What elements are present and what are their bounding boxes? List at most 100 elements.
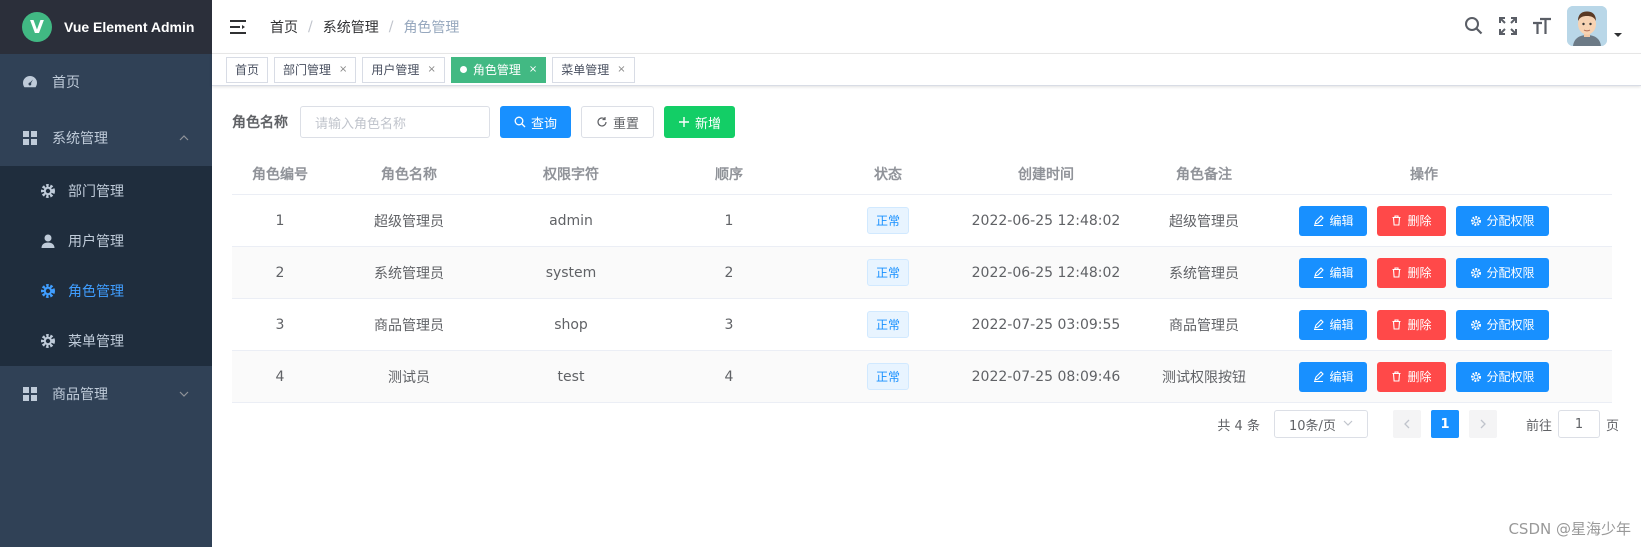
delete-button[interactable]: 删除 [1377, 205, 1446, 236]
assign-permission-button[interactable]: 分配权限 [1455, 257, 1549, 288]
delete-button[interactable]: 删除 [1377, 257, 1446, 288]
delete-label: 删除 [1407, 370, 1432, 384]
assign-permission-button[interactable]: 分配权限 [1455, 309, 1549, 340]
created-time-cell: 2022-06-25 12:48:02 [971, 212, 1121, 229]
caret-down-icon[interactable] [1613, 28, 1623, 38]
add-button[interactable]: 新增 [664, 106, 736, 138]
role-id-cell: 3 [275, 316, 285, 333]
status-badge: 正常 [866, 207, 909, 234]
sidebar-item-label: 首页 [52, 75, 80, 91]
actions-cell: 编辑 删除 分配权限 [1286, 361, 1562, 392]
edit-button[interactable]: 编辑 [1299, 309, 1368, 340]
role-name-cell: 超级管理员 [374, 213, 444, 230]
next-page-button[interactable] [1468, 410, 1497, 438]
sidebar-item-home[interactable]: 首页 [0, 54, 212, 110]
tag-label: 用户管理 [371, 63, 420, 77]
delete-button[interactable]: 删除 [1377, 309, 1446, 340]
reset-button[interactable]: 重置 [581, 106, 655, 138]
search-icon[interactable] [1463, 15, 1485, 37]
tag-home[interactable]: 首页 [226, 56, 269, 83]
role-name-cell: 系统管理员 [374, 265, 444, 282]
actions-cell: 编辑 删除 分配权限 [1286, 205, 1562, 236]
table-row: 3 商品管理员 shop 3 正常 2022-07-25 03:09:55 商品管理员 编辑 删… [232, 299, 1612, 351]
pagination: 共 4 条 10条/页 1 前往 1 页 [1217, 410, 1619, 438]
sidebar-logo[interactable]: V Vue Element Admin [0, 0, 212, 54]
avatar[interactable] [1567, 6, 1607, 46]
chevron-up-icon [178, 132, 190, 144]
status-cell: 正常 [806, 311, 970, 338]
tag-users[interactable]: 用户管理 × [362, 56, 445, 83]
trash-icon [1391, 267, 1402, 278]
close-icon[interactable]: × [617, 64, 625, 75]
edit-button[interactable]: 编辑 [1299, 361, 1368, 392]
delete-button[interactable]: 删除 [1377, 361, 1446, 392]
trash-icon [1391, 319, 1402, 330]
page-number-current[interactable]: 1 [1430, 410, 1459, 438]
sidebar-item-department[interactable]: 部门管理 [0, 166, 212, 216]
chevron-left-icon [1404, 419, 1410, 429]
search-icon [514, 116, 526, 128]
breadcrumb-home[interactable]: 首页 [270, 17, 298, 37]
sidebar-item-users[interactable]: 用户管理 [0, 216, 212, 266]
prev-page-button[interactable] [1392, 410, 1421, 438]
active-dot-icon [459, 66, 467, 73]
sidebar-item-menus[interactable]: 菜单管理 [0, 316, 212, 366]
add-label: 新增 [695, 116, 722, 132]
role-id-cell: 2 [275, 264, 285, 281]
sidebar: V Vue Element Admin 首页 系统管理 部门管理 用户管理 角色… [0, 0, 212, 547]
edit-button[interactable]: 编辑 [1299, 257, 1368, 288]
sidebar-item-roles[interactable]: 角色管理 [0, 266, 212, 316]
close-icon[interactable]: × [529, 64, 537, 75]
gear-icon [40, 333, 56, 349]
role-sort-cell: 3 [724, 316, 734, 333]
submenu-system: 部门管理 用户管理 角色管理 菜单管理 [0, 166, 212, 366]
role-key-cell: shop [554, 316, 588, 333]
column-header: 状态 [874, 167, 902, 183]
tag-roles[interactable]: 角色管理 × [450, 56, 547, 83]
vue-logo-icon: V [22, 12, 52, 42]
sidebar-item-system[interactable]: 系统管理 [0, 110, 212, 166]
tag-department[interactable]: 部门管理 × [274, 56, 357, 83]
delete-label: 删除 [1407, 266, 1432, 280]
chevron-down-icon [1343, 417, 1353, 432]
query-button[interactable]: 查询 [500, 106, 572, 138]
goto-page-input[interactable]: 1 [1557, 410, 1600, 438]
fullscreen-icon[interactable] [1497, 15, 1519, 37]
hamburger-icon[interactable] [228, 17, 248, 37]
status-cell: 正常 [806, 207, 970, 234]
navbar: 首页 / 系统管理 / 角色管理 [212, 0, 1641, 54]
breadcrumb-system[interactable]: 系统管理 [323, 17, 379, 37]
sidebar-item-products[interactable]: 商品管理 [0, 366, 212, 422]
close-icon[interactable]: × [339, 64, 347, 75]
close-icon[interactable]: × [427, 64, 435, 75]
remark-cell: 测试权限按钮 [1162, 369, 1246, 386]
font-size-icon[interactable] [1531, 15, 1553, 37]
breadcrumb: 首页 / 系统管理 / 角色管理 [270, 17, 459, 37]
tag-label: 菜单管理 [561, 63, 610, 77]
page-size-select[interactable]: 10条/页 [1273, 410, 1368, 438]
assign-label: 分配权限 [1486, 214, 1535, 228]
sidebar-item-label: 系统管理 [52, 131, 108, 147]
delete-label: 删除 [1407, 214, 1432, 228]
chevron-right-icon [1480, 419, 1486, 429]
assign-permission-button[interactable]: 分配权限 [1455, 361, 1549, 392]
trash-icon [1391, 371, 1402, 382]
role-key-cell: admin [549, 212, 593, 229]
page-size-value: 10条/页 [1288, 418, 1336, 434]
status-badge: 正常 [866, 363, 909, 390]
dashboard-icon [22, 74, 38, 90]
delete-label: 删除 [1407, 318, 1432, 332]
reset-label: 重置 [613, 116, 640, 132]
tag-label: 角色管理 [472, 63, 521, 77]
role-name-input[interactable]: 请输入角色名称 [300, 106, 490, 138]
edit-icon [1313, 215, 1325, 226]
tags-view: 首页 部门管理 × 用户管理 × 角色管理 × 菜单管理 × [212, 54, 1641, 86]
tag-menus[interactable]: 菜单管理 × [552, 56, 635, 83]
assign-label: 分配权限 [1486, 318, 1535, 332]
assign-permission-button[interactable]: 分配权限 [1455, 205, 1549, 236]
edit-icon [1313, 319, 1325, 330]
sidebar-item-label: 角色管理 [68, 284, 124, 300]
edit-button[interactable]: 编辑 [1299, 205, 1368, 236]
breadcrumb-separator: / [388, 18, 394, 35]
table-body: 1 超级管理员 admin 1 正常 2022-06-25 12:48:02 超级管理员 编辑… [232, 195, 1612, 403]
